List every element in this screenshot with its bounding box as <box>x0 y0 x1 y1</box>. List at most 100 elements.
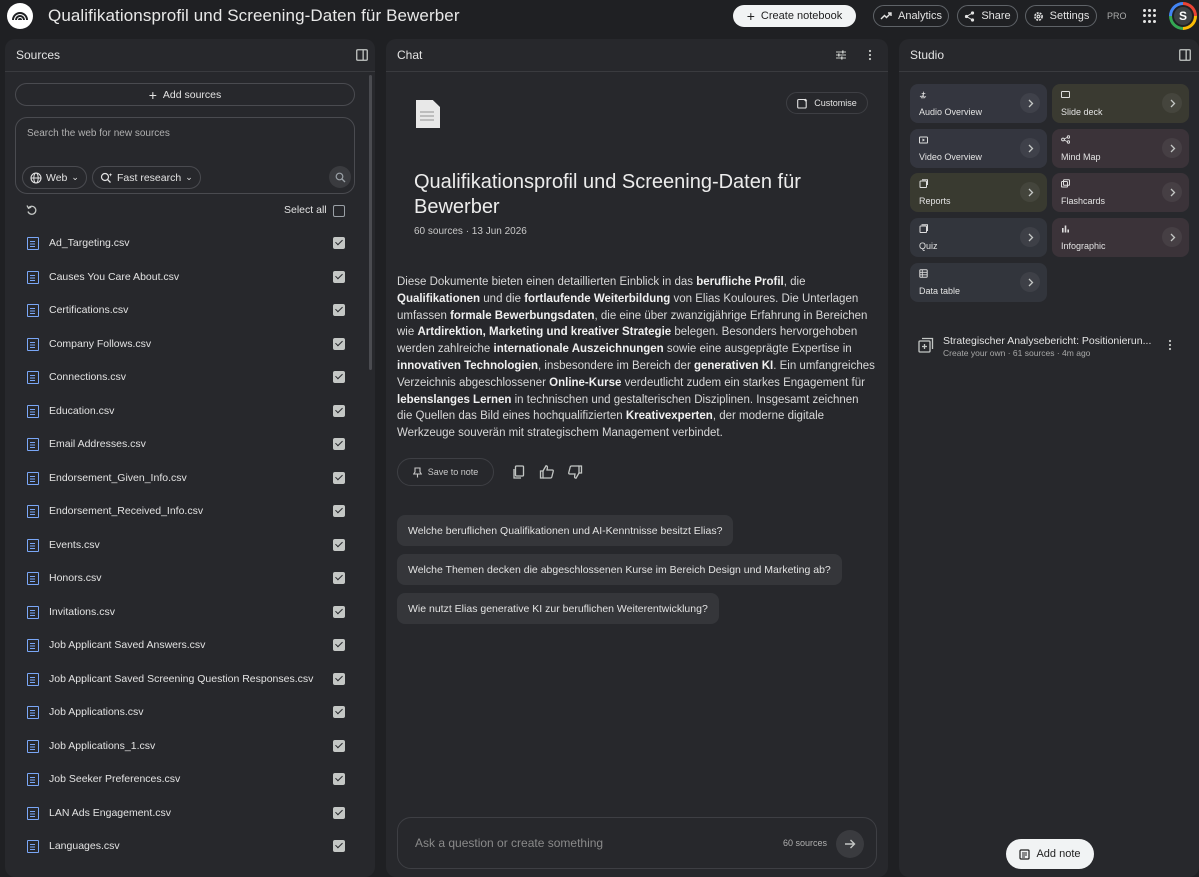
source-checkbox[interactable] <box>333 270 345 283</box>
source-item[interactable]: Job Applications.csv <box>5 696 375 730</box>
source-item[interactable]: Certifications.csv <box>5 294 375 328</box>
create-notebook-button[interactable]: + Create notebook <box>733 5 856 27</box>
analytics-button[interactable]: Analytics <box>873 5 949 27</box>
source-item[interactable]: Honors.csv <box>5 562 375 596</box>
source-item[interactable]: Connections.csv <box>5 361 375 395</box>
source-checkbox[interactable] <box>333 639 345 651</box>
apps-grid-icon[interactable] <box>1143 9 1157 23</box>
source-name: LAN Ads Engagement.csv <box>49 806 171 819</box>
source-item[interactable]: Causes You Care About.csv <box>5 261 375 295</box>
source-item[interactable]: Email Addresses.csv <box>5 428 375 462</box>
source-checkbox[interactable] <box>333 806 345 819</box>
sources-scrollbar[interactable] <box>369 75 372 370</box>
account-avatar[interactable]: S <box>1169 2 1197 30</box>
save-to-note-button[interactable]: Save to note <box>397 458 494 486</box>
more-vert-icon[interactable] <box>1165 339 1175 351</box>
studio-tile-reports[interactable]: Reports <box>910 173 1047 212</box>
source-checkbox[interactable] <box>333 739 345 752</box>
document-icon <box>27 304 39 317</box>
source-item[interactable]: Invitations.csv <box>5 596 375 630</box>
source-item[interactable]: Languages.csv <box>5 830 375 864</box>
notebook-title[interactable]: Qualifikationsprofil und Screening-Daten… <box>48 6 460 26</box>
copy-icon[interactable] <box>511 464 527 480</box>
tune-icon[interactable] <box>835 49 847 61</box>
studio-tile-slide-deck[interactable]: Slide deck <box>1052 84 1189 123</box>
studio-tile-quiz[interactable]: Quiz <box>910 218 1047 257</box>
chevron-right-icon[interactable] <box>1162 138 1182 158</box>
chevron-right-icon[interactable] <box>1020 93 1040 113</box>
source-checkbox[interactable] <box>333 304 345 316</box>
source-checkbox[interactable] <box>333 471 345 484</box>
note-item[interactable]: Strategischer Analysebericht: Positionie… <box>910 329 1190 365</box>
send-button[interactable] <box>836 830 864 858</box>
chevron-right-icon[interactable] <box>1020 272 1040 292</box>
source-item[interactable]: Events.csv <box>5 529 375 563</box>
source-checkbox[interactable] <box>333 572 345 584</box>
document-icon <box>27 806 39 820</box>
source-item[interactable]: LAN Ads Engagement.csv <box>5 797 375 831</box>
web-search-input[interactable]: Search the web for new sources <box>27 128 170 139</box>
pin-icon <box>412 466 422 477</box>
thumbs-up-icon[interactable] <box>539 464 555 480</box>
suggested-question-3[interactable]: Wie nutzt Elias generative KI zur berufl… <box>397 593 719 624</box>
customise-button[interactable]: Customise <box>786 92 868 114</box>
notebooklm-logo-icon[interactable] <box>7 3 33 29</box>
video-icon <box>919 136 928 144</box>
suggested-question-2[interactable]: Welche Themen decken die abgeschlossenen… <box>397 554 842 585</box>
source-item[interactable]: Company Follows.csv <box>5 328 375 362</box>
source-checkbox[interactable] <box>333 404 345 417</box>
source-checkbox[interactable] <box>333 840 345 852</box>
settings-button[interactable]: Settings <box>1025 5 1097 27</box>
source-checkbox[interactable] <box>333 371 345 383</box>
more-vert-icon[interactable] <box>864 49 876 61</box>
add-note-button[interactable]: Add note <box>1006 839 1094 869</box>
studio-tile-audio-overview[interactable]: Audio Overview <box>910 84 1047 123</box>
studio-panel: Studio Audio Overview Slide deck Video Ove… <box>899 39 1199 877</box>
studio-tile-video-overview[interactable]: Video Overview <box>910 129 1047 168</box>
suggested-question-1[interactable]: Welche beruflichen Qualifikationen und A… <box>397 515 734 546</box>
source-item[interactable]: Education.csv <box>5 395 375 429</box>
source-checkbox[interactable] <box>333 672 345 685</box>
chevron-right-icon[interactable] <box>1020 182 1040 202</box>
share-button[interactable]: Share <box>957 5 1018 27</box>
collapse-panel-icon[interactable] <box>1179 49 1191 61</box>
web-source-dropdown[interactable]: Web ⌄ <box>22 166 87 189</box>
source-checkbox[interactable] <box>333 538 345 551</box>
source-checkbox[interactable] <box>333 605 345 618</box>
source-item[interactable]: Endorsement_Received_Info.csv <box>5 495 375 529</box>
chevron-right-icon[interactable] <box>1020 138 1040 158</box>
studio-tile-data-table[interactable]: Data table <box>910 263 1047 302</box>
select-all-checkbox[interactable] <box>333 205 345 217</box>
chat-input[interactable]: Ask a question or create something <box>415 836 603 850</box>
source-item[interactable]: Ad_Targeting.csv <box>5 227 375 261</box>
thumbs-down-icon[interactable] <box>567 464 583 480</box>
collapse-panel-icon[interactable] <box>356 49 368 61</box>
chat-input-box[interactable]: Ask a question or create something 60 so… <box>397 817 877 869</box>
source-checkbox[interactable] <box>333 773 345 785</box>
chevron-right-icon[interactable] <box>1020 227 1040 247</box>
studio-tile-infographic[interactable]: Infographic <box>1052 218 1189 257</box>
source-item[interactable]: Endorsement_Given_Info.csv <box>5 462 375 496</box>
research-mode-dropdown[interactable]: Fast research ⌄ <box>92 166 201 189</box>
source-item[interactable]: Job Seeker Preferences.csv <box>5 763 375 797</box>
summary-highlight: Qualifikationen <box>397 292 481 305</box>
chevron-right-icon[interactable] <box>1162 227 1182 247</box>
source-checkbox[interactable] <box>333 438 345 450</box>
search-submit-button[interactable] <box>329 166 351 188</box>
source-checkbox[interactable] <box>333 337 345 350</box>
studio-tile-flashcards[interactable]: Flashcards <box>1052 173 1189 212</box>
source-item[interactable]: Job Applications_1.csv <box>5 730 375 764</box>
refresh-icon[interactable] <box>26 204 38 216</box>
add-sources-button[interactable]: + Add sources <box>15 83 355 106</box>
source-checkbox[interactable] <box>333 505 345 517</box>
web-search-box[interactable]: Search the web for new sources Web ⌄ Fas… <box>15 117 355 194</box>
source-item[interactable]: Job Applicant Saved Screening Question R… <box>5 663 375 697</box>
source-checkbox[interactable] <box>333 706 345 718</box>
tile-label: Quiz <box>919 241 938 251</box>
source-item[interactable]: Job Applicant Saved Answers.csv <box>5 629 375 663</box>
chevron-right-icon[interactable] <box>1162 93 1182 113</box>
studio-tile-mind-map[interactable]: Mind Map <box>1052 129 1189 168</box>
quiz-icon <box>919 224 928 233</box>
source-checkbox[interactable] <box>333 237 345 249</box>
chevron-right-icon[interactable] <box>1162 182 1182 202</box>
